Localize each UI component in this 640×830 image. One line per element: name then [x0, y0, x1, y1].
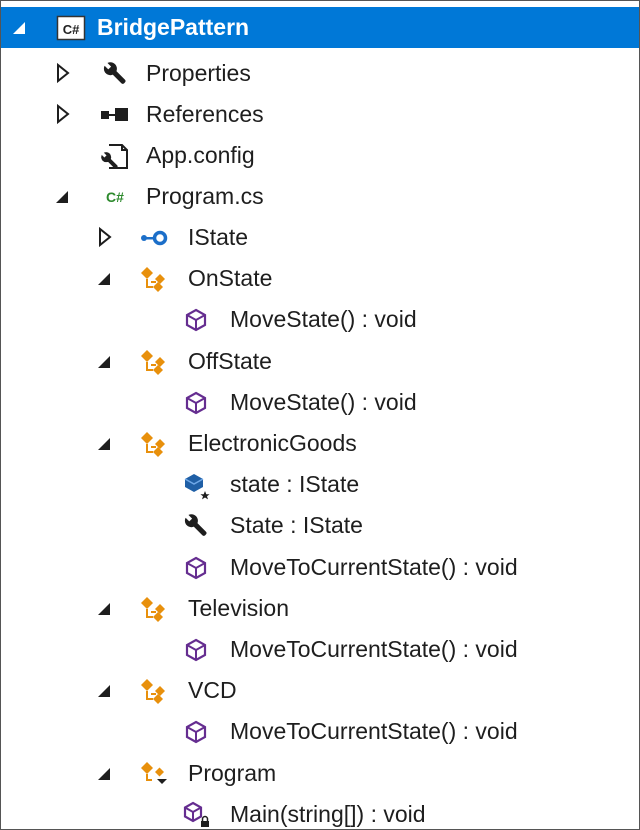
tree-item-program-main[interactable]: Main(string[]) : void	[1, 794, 639, 829]
expanded-arrow-icon[interactable]	[95, 430, 117, 456]
tree-item-label: Television	[188, 595, 289, 621]
class-icon	[139, 264, 169, 294]
expanded-arrow-icon[interactable]	[95, 595, 117, 621]
tree-item-television[interactable]: Television	[1, 588, 639, 629]
tree-item-state-property[interactable]: State : IState	[1, 505, 639, 546]
csharp-file-icon: C#	[100, 182, 130, 212]
tree-item-references[interactable]: References	[1, 94, 639, 135]
wrench-icon	[100, 59, 130, 89]
tree-item-label: State : IState	[230, 512, 363, 538]
tree-item-label: App.config	[146, 142, 255, 168]
tree-item-vcd-movetocurrentstate[interactable]: MoveToCurrentState() : void	[1, 711, 639, 752]
tree-item-eg-movetocurrentstate[interactable]: MoveToCurrentState() : void	[1, 547, 639, 588]
tree-item-label: Program	[188, 760, 277, 786]
method-icon	[181, 635, 211, 665]
tree-item-bridgepattern[interactable]: C# BridgePattern	[1, 7, 639, 48]
tree-item-label: BridgePattern	[97, 14, 250, 40]
tree-item-label: ElectronicGoods	[188, 430, 357, 456]
field-icon	[181, 470, 211, 500]
tree-item-label: state : IState	[230, 471, 360, 497]
private-method-icon	[181, 800, 211, 829]
expanded-arrow-icon[interactable]	[95, 265, 117, 291]
tree-item-program[interactable]: Program	[1, 753, 639, 794]
class-icon	[139, 429, 169, 459]
tree-item-label: Program.cs	[146, 183, 264, 209]
tree-item-label: MoveState() : void	[230, 389, 417, 415]
tree-item-app-config[interactable]: App.config	[1, 135, 639, 176]
tree-item-label: Main(string[]) : void	[230, 801, 426, 827]
method-icon	[181, 717, 211, 747]
tree-item-state-field[interactable]: state : IState	[1, 464, 639, 505]
tree-item-offstate[interactable]: OffState	[1, 341, 639, 382]
method-icon	[181, 553, 211, 583]
tree-item-label: OnState	[188, 265, 273, 291]
method-icon	[181, 388, 211, 418]
expanded-arrow-icon[interactable]	[95, 348, 117, 374]
collapsed-arrow-icon[interactable]	[95, 224, 117, 250]
tree-item-label: Properties	[146, 60, 251, 86]
method-icon	[181, 305, 211, 335]
tree-item-properties[interactable]: Properties	[1, 53, 639, 94]
tree-item-label: IState	[188, 224, 249, 250]
expanded-arrow-icon[interactable]	[53, 183, 75, 209]
collapsed-arrow-icon[interactable]	[53, 101, 75, 127]
tree-item-vcd[interactable]: VCD	[1, 670, 639, 711]
interface-icon	[139, 223, 169, 253]
expanded-arrow-icon[interactable]	[95, 677, 117, 703]
collapsed-arrow-icon[interactable]	[53, 60, 75, 86]
tree-item-onstate[interactable]: OnState	[1, 258, 639, 299]
tree-item-istate[interactable]: IState	[1, 217, 639, 258]
tree-item-label: VCD	[188, 677, 237, 703]
svg-text:C#: C#	[63, 22, 80, 37]
tree-item-offstate-movestate[interactable]: MoveState() : void	[1, 382, 639, 423]
solution-explorer-tree: C# BridgePattern Properties References A…	[0, 0, 640, 830]
tree-item-electronicgoods[interactable]: ElectronicGoods	[1, 423, 639, 464]
tree-item-label: MoveToCurrentState() : void	[230, 636, 518, 662]
tree-item-label: MoveToCurrentState() : void	[230, 718, 518, 744]
references-icon	[100, 100, 130, 130]
csharp-project-icon: C#	[56, 13, 86, 43]
wrench-icon	[181, 511, 211, 541]
internal-class-icon	[139, 759, 169, 789]
tree-item-tv-movetocurrentstate[interactable]: MoveToCurrentState() : void	[1, 629, 639, 670]
tree-item-label: OffState	[188, 348, 272, 374]
class-icon	[139, 676, 169, 706]
svg-text:C#: C#	[106, 189, 124, 205]
tree-item-label: MoveState() : void	[230, 306, 417, 332]
tree-item-onstate-movestate[interactable]: MoveState() : void	[1, 299, 639, 340]
expanded-arrow-icon[interactable]	[10, 14, 32, 40]
expanded-arrow-icon[interactable]	[95, 760, 117, 786]
class-icon	[139, 594, 169, 624]
tree-item-label: MoveToCurrentState() : void	[230, 554, 518, 580]
tree-item-program-cs[interactable]: C# Program.cs	[1, 176, 639, 217]
config-file-icon	[100, 141, 130, 171]
tree-item-label: References	[146, 101, 264, 127]
class-icon	[139, 347, 169, 377]
